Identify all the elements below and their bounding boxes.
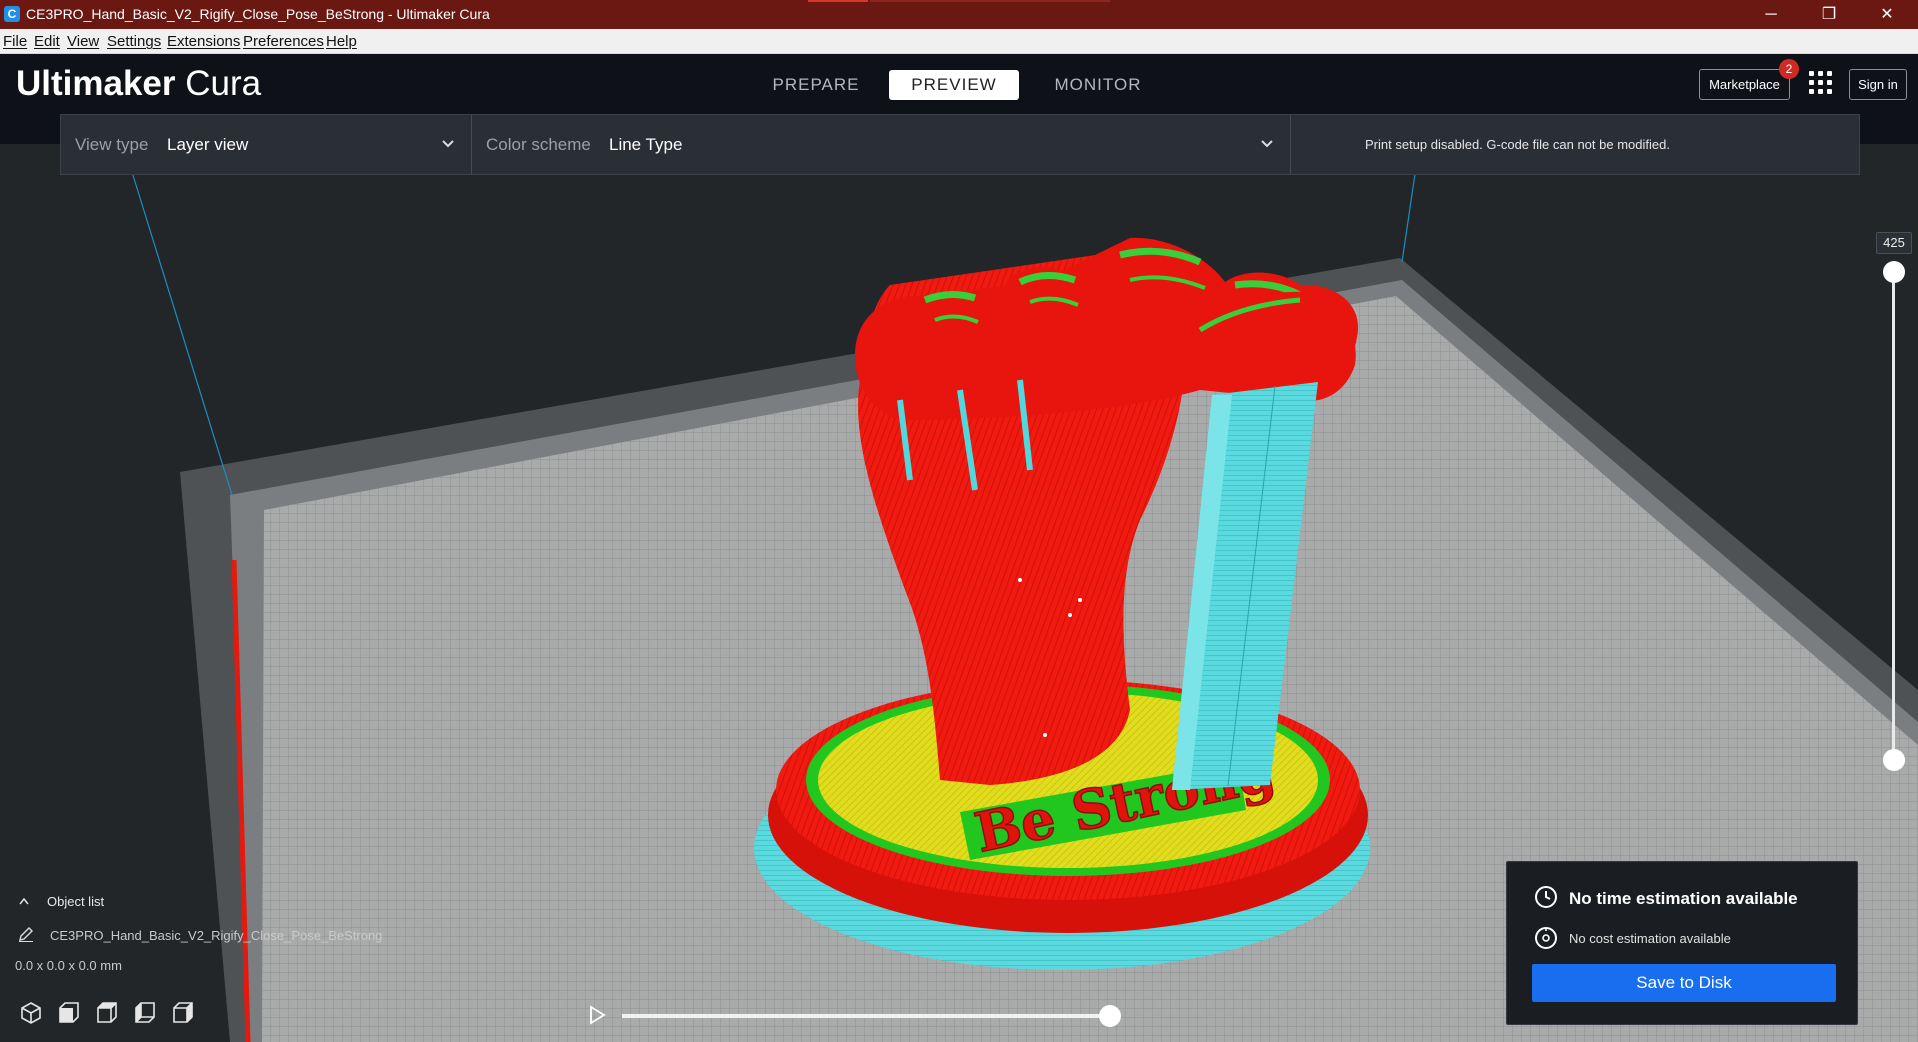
view-options-bar: View type Layer view Color scheme Line T… xyxy=(60,114,1860,175)
cura-app-icon: C xyxy=(4,6,20,22)
clock-icon xyxy=(1535,886,1557,908)
object-dimensions: 0.0 x 0.0 x 0.0 mm xyxy=(15,958,122,973)
view-type-label: View type xyxy=(75,135,149,154)
menu-preferences[interactable]: Preferences xyxy=(243,33,324,50)
cost-estimate-text: No cost estimation available xyxy=(1569,931,1731,946)
spool-icon xyxy=(1535,927,1557,949)
minimize-button[interactable]: ─ xyxy=(1748,0,1794,29)
apps-grid-icon[interactable] xyxy=(1809,71,1833,95)
marketplace-button[interactable]: Marketplace xyxy=(1699,69,1790,100)
path-slider-handle[interactable] xyxy=(1099,1005,1121,1027)
save-to-disk-button[interactable]: Save to Disk xyxy=(1532,964,1836,1002)
print-estimate-panel: No time estimation available No cost est… xyxy=(1506,861,1858,1025)
title-bar: C CE3PRO_Hand_Basic_V2_Rigify_Close_Pose… xyxy=(0,0,1918,29)
layer-slider-lower-handle[interactable] xyxy=(1883,749,1905,771)
view-type-value: Layer view xyxy=(167,135,249,154)
chevron-up-icon[interactable] xyxy=(18,896,30,906)
menu-file[interactable]: File xyxy=(3,33,27,50)
tab-monitor[interactable]: MONITOR xyxy=(1033,70,1163,100)
view-type-dropdown[interactable]: View type Layer view xyxy=(61,115,471,174)
left-view-icon[interactable] xyxy=(132,1000,158,1026)
tab-preview[interactable]: PREVIEW xyxy=(889,70,1019,100)
title-accent xyxy=(808,0,868,2)
color-scheme-label: Color scheme xyxy=(486,135,591,154)
chevron-down-icon xyxy=(442,140,454,148)
menu-settings[interactable]: Settings xyxy=(107,33,161,50)
menu-edit[interactable]: Edit xyxy=(34,33,60,50)
window-title: CE3PRO_Hand_Basic_V2_Rigify_Close_Pose_B… xyxy=(26,6,490,22)
signin-button[interactable]: Sign in xyxy=(1849,69,1907,100)
play-icon[interactable] xyxy=(586,1004,608,1026)
front-view-icon[interactable] xyxy=(56,1000,82,1026)
top-view-icon[interactable] xyxy=(94,1000,120,1026)
menu-bar: File Edit View Settings Extensions Prefe… xyxy=(0,29,1918,54)
time-estimate-text: No time estimation available xyxy=(1569,889,1798,908)
color-scheme-value: Line Type xyxy=(609,135,683,154)
pencil-icon xyxy=(19,927,33,942)
chevron-down-icon xyxy=(1261,140,1273,148)
right-view-icon[interactable] xyxy=(170,1000,196,1026)
cura-logo: Ultimaker Cura xyxy=(16,64,262,103)
menu-extensions[interactable]: Extensions xyxy=(167,33,240,50)
restore-button[interactable]: ❐ xyxy=(1806,0,1852,29)
tab-prepare[interactable]: PREPARE xyxy=(751,70,881,100)
menu-view[interactable]: View xyxy=(67,33,99,50)
print-setup-notice: Print setup disabled. G-code file can no… xyxy=(1365,137,1670,152)
title-accent-dark xyxy=(870,0,1110,2)
layer-number-field[interactable]: 425 xyxy=(1876,232,1912,254)
close-button[interactable]: ✕ xyxy=(1864,0,1910,29)
color-scheme-dropdown[interactable]: Color scheme Line Type xyxy=(472,115,1290,174)
object-list-toggle[interactable]: Object list xyxy=(47,894,104,909)
marketplace-badge: 2 xyxy=(1779,59,1799,79)
path-slider-track[interactable] xyxy=(622,1014,1112,1018)
layer-slider-track[interactable] xyxy=(1892,272,1895,764)
layer-slider-upper-handle[interactable] xyxy=(1883,261,1905,283)
3d-view-icon[interactable] xyxy=(18,1000,44,1026)
menu-help[interactable]: Help xyxy=(326,33,357,50)
object-name[interactable]: CE3PRO_Hand_Basic_V2_Rigify_Close_Pose_B… xyxy=(50,928,382,943)
